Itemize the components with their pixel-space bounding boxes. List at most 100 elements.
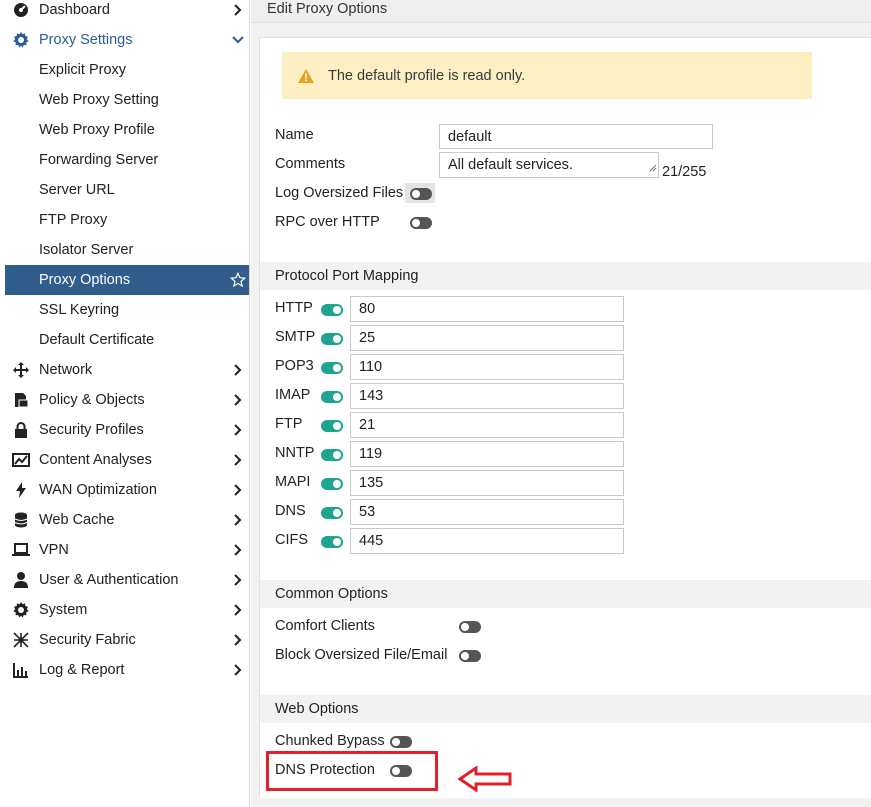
dashboard-icon <box>9 0 33 25</box>
section-title: Web Options <box>275 701 359 717</box>
protocol-label-smtp: SMTP <box>275 329 316 345</box>
sidebar-item-label: Isolator Server <box>39 242 134 258</box>
laptop-icon <box>9 535 33 565</box>
protocol-toggle-dns[interactable] <box>321 507 343 519</box>
protocol-toggle-mapi[interactable] <box>321 478 343 490</box>
comfort-clients-toggle[interactable] <box>459 621 481 633</box>
name-input[interactable]: default <box>439 124 713 149</box>
sidebar-item-security-profiles[interactable]: Security Profiles <box>5 415 249 445</box>
sidebar-item-log-report[interactable]: Log & Report <box>5 655 249 685</box>
protocol-label-cifs: CIFS <box>275 532 309 548</box>
sidebar-item-label: Web Proxy Setting <box>39 92 159 108</box>
policy-icon <box>9 385 33 415</box>
port-value: 21 <box>359 417 376 433</box>
sidebar-item-ssl-keyring[interactable]: SSL Keyring <box>5 295 249 325</box>
sidebar-item-policy-objects[interactable]: Policy & Objects <box>5 385 249 415</box>
resize-handle-icon[interactable] <box>649 160 657 176</box>
block-oversized-label: Block Oversized File/Email <box>275 647 448 663</box>
chunked-bypass-toggle[interactable] <box>390 736 412 748</box>
warning-text: The default profile is read only. <box>328 67 526 84</box>
protocol-port-input-nntp[interactable]: 119 <box>350 441 624 467</box>
sidebar-item-user-authentication[interactable]: User & Authentication <box>5 565 249 595</box>
comments-value: All default services. <box>448 157 573 173</box>
sidebar-item-web-proxy-setting[interactable]: Web Proxy Setting <box>5 85 249 115</box>
protocol-toggle-smtp[interactable] <box>321 333 343 345</box>
sidebar-item-label: FTP Proxy <box>39 212 108 228</box>
sidebar-item-wan-optimization[interactable]: WAN Optimization <box>5 475 249 505</box>
sidebar-item-label: Proxy Settings <box>39 32 133 48</box>
section-protocol-port-mapping: Protocol Port Mapping <box>260 262 871 290</box>
gear-icon <box>9 595 33 625</box>
chevron-right-icon <box>227 514 249 526</box>
protocol-toggle-nntp[interactable] <box>321 449 343 461</box>
protocol-port-input-ftp[interactable]: 21 <box>350 412 624 438</box>
protocol-toggle-cifs[interactable] <box>321 536 343 548</box>
sidebar-item-server-url[interactable]: Server URL <box>5 175 249 205</box>
sidebar-item-forwarding-server[interactable]: Forwarding Server <box>5 145 249 175</box>
sidebar-item-label: WAN Optimization <box>39 482 157 498</box>
protocol-label-ftp: FTP <box>275 416 303 432</box>
chevron-right-icon <box>227 634 249 646</box>
block-oversized-toggle[interactable] <box>459 650 481 662</box>
chunked-bypass-label: Chunked Bypass <box>275 733 385 749</box>
sidebar-item-explicit-proxy[interactable]: Explicit Proxy <box>5 55 249 85</box>
chevron-down-icon <box>227 35 249 45</box>
protocol-toggle-http[interactable] <box>321 304 343 316</box>
protocol-port-input-dns[interactable]: 53 <box>350 499 624 525</box>
rpc-over-http-toggle[interactable] <box>410 217 432 229</box>
highlight-box <box>266 751 438 791</box>
star-icon[interactable] <box>227 272 249 288</box>
warning-banner: The default profile is read only. <box>282 52 812 99</box>
protocol-port-input-pop3[interactable]: 110 <box>350 354 624 380</box>
annotation-arrow-icon <box>457 765 514 796</box>
chevron-right-icon <box>227 664 249 676</box>
protocol-port-input-smtp[interactable]: 25 <box>350 325 624 351</box>
protocol-label-http: HTTP <box>275 300 313 316</box>
section-title: Protocol Port Mapping <box>275 268 419 284</box>
protocol-toggle-imap[interactable] <box>321 391 343 403</box>
gear-icon <box>9 25 33 55</box>
protocol-port-input-imap[interactable]: 143 <box>350 383 624 409</box>
sidebar-item-security-fabric[interactable]: Security Fabric <box>5 625 249 655</box>
sidebar-item-proxy-settings[interactable]: Proxy Settings <box>5 25 249 55</box>
port-value: 110 <box>359 359 383 375</box>
comments-counter: 21/255 <box>662 164 707 180</box>
sidebar-item-content-analyses[interactable]: Content Analyses <box>5 445 249 475</box>
section-common-options: Common Options <box>260 580 871 608</box>
sidebar-item-web-cache[interactable]: Web Cache <box>5 505 249 535</box>
sidebar-item-dashboard[interactable]: Dashboard <box>5 0 249 25</box>
bolt-icon <box>9 475 33 505</box>
sidebar-item-label: Explicit Proxy <box>39 62 127 78</box>
sidebar-item-network[interactable]: Network <box>5 355 249 385</box>
warning-icon <box>298 67 316 85</box>
comments-textarea[interactable]: All default services. <box>439 152 659 178</box>
rpc-label: RPC over HTTP <box>275 214 380 230</box>
sidebar-item-system[interactable]: System <box>5 595 249 625</box>
sidebar-item-label: Log & Report <box>39 662 125 678</box>
sidebar-item-label: VPN <box>39 542 69 558</box>
sidebar-item-label: Network <box>39 362 93 378</box>
protocol-toggle-pop3[interactable] <box>321 362 343 374</box>
sidebar-item-proxy-options[interactable]: Proxy Options <box>5 265 249 295</box>
sidebar-item-vpn[interactable]: VPN <box>5 535 249 565</box>
sidebar-item-ftp-proxy[interactable]: FTP Proxy <box>5 205 249 235</box>
protocol-port-input-mapi[interactable]: 135 <box>350 470 624 496</box>
protocol-toggle-ftp[interactable] <box>321 420 343 432</box>
sidebar-item-web-proxy-profile[interactable]: Web Proxy Profile <box>5 115 249 145</box>
name-label: Name <box>275 127 314 143</box>
comfort-clients-label: Comfort Clients <box>275 618 375 634</box>
log-oversized-toggle[interactable] <box>410 188 432 200</box>
sidebar-item-default-certificate[interactable]: Default Certificate <box>5 325 249 355</box>
image-chart-icon <box>9 445 33 475</box>
sidebar-item-label: Forwarding Server <box>39 152 159 168</box>
protocol-port-input-cifs[interactable]: 445 <box>350 528 624 554</box>
sidebar-item-label: Proxy Options <box>39 272 131 288</box>
protocol-port-input-http[interactable]: 80 <box>350 296 624 322</box>
fabric-icon <box>9 625 33 655</box>
protocol-label-dns: DNS <box>275 503 306 519</box>
sidebar-item-label: Security Profiles <box>39 422 144 438</box>
sidebar-item-label: Dashboard <box>39 2 110 18</box>
port-value: 143 <box>359 388 384 404</box>
move-arrows-icon <box>9 355 33 385</box>
sidebar-item-isolator-server[interactable]: Isolator Server <box>5 235 249 265</box>
